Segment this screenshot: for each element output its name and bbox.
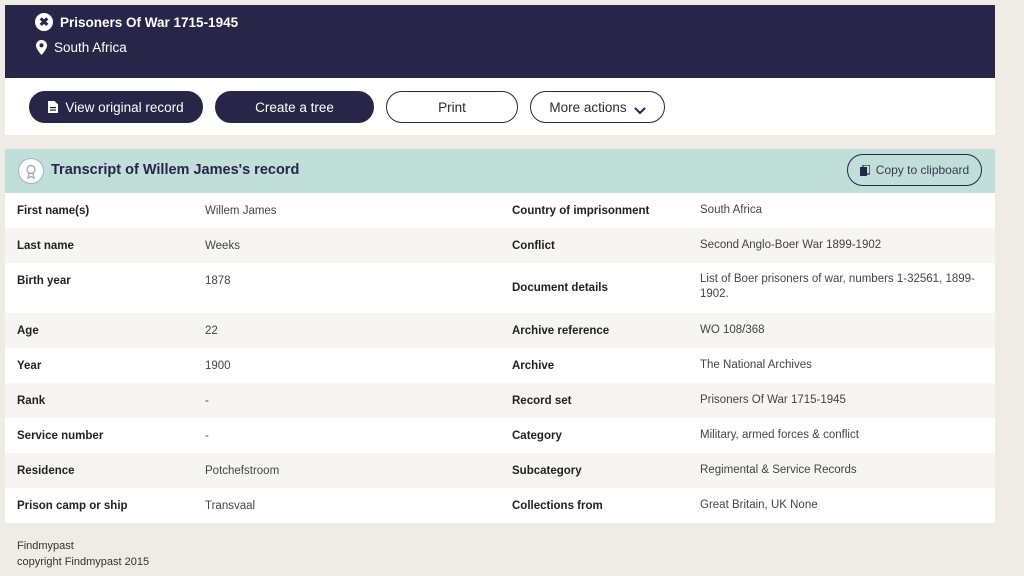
field-label: Conflict — [512, 239, 555, 252]
field-value: 1878 — [205, 275, 231, 287]
document-icon — [48, 101, 59, 113]
field-value: - — [205, 429, 209, 442]
field-value: Second Anglo-Boer War 1899-1902 — [700, 239, 882, 251]
transcript-title: Transcript of Willem James's record — [51, 162, 300, 178]
field-value: List of Boer prisoners of war, numbers 1… — [700, 273, 975, 300]
field-value: - — [205, 394, 209, 407]
transcript-header: Transcript of Willem James's record Copy… — [5, 149, 995, 193]
field-value: WO 108/368 — [700, 324, 765, 336]
table-row: Service number - Category Military, arme… — [5, 418, 995, 453]
create-tree-label: Create a tree — [255, 99, 334, 115]
field-label: Archive — [512, 359, 555, 372]
action-bar: View original record Create a tree Print… — [5, 78, 995, 135]
location-pin-icon — [35, 39, 47, 55]
transcript-table: First name(s) Willem James Country of im… — [5, 193, 995, 523]
print-button[interactable]: Print — [386, 91, 518, 123]
print-label: Print — [438, 99, 466, 115]
field-value: Weeks — [205, 239, 240, 252]
record-header: ✖ Prisoners Of War 1715-1945 South Afric… — [5, 5, 995, 78]
field-label: Rank — [17, 394, 46, 407]
footer-copyright: copyright Findmypast 2015 — [17, 555, 150, 568]
field-value: Willem James — [205, 204, 277, 217]
table-row: Rank - Record set Prisoners Of War 1715-… — [5, 383, 995, 418]
field-label: Residence — [17, 464, 75, 477]
field-value: Prisoners Of War 1715-1945 — [700, 394, 846, 406]
field-value: 1900 — [205, 359, 231, 372]
field-label: First name(s) — [17, 204, 90, 217]
record-set-icon: ✖ — [35, 13, 53, 31]
field-value: Regimental & Service Records — [700, 464, 857, 476]
collection-row: ✖ Prisoners Of War 1715-1945 — [35, 13, 238, 31]
more-actions-label: More actions — [549, 99, 627, 115]
field-label: Year — [17, 359, 42, 372]
field-label: Archive reference — [512, 324, 610, 337]
field-value: Military, armed forces & conflict — [700, 429, 859, 441]
field-label: Document details — [512, 282, 608, 294]
field-value: The National Archives — [700, 359, 812, 371]
field-value: 22 — [205, 324, 218, 337]
field-label: Subcategory — [512, 464, 582, 477]
field-label: Last name — [17, 239, 74, 252]
copy-to-clipboard-button[interactable]: Copy to clipboard — [847, 154, 982, 186]
table-row: Last name Weeks Conflict Second Anglo-Bo… — [5, 228, 995, 263]
page-footer: Findmypast copyright Findmypast 2015 — [17, 539, 149, 570]
table-row: Year 1900 Archive The National Archives — [5, 348, 995, 383]
collection-title: Prisoners Of War 1715-1945 — [60, 14, 239, 30]
field-label: Record set — [512, 394, 572, 407]
copy-icon — [859, 163, 871, 176]
field-label: Collections from — [512, 499, 603, 512]
table-row: Age 22 Archive reference WO 108/368 — [5, 313, 995, 348]
footer-brand: Findmypast — [17, 540, 74, 552]
field-value: Great Britain, UK None — [700, 499, 818, 511]
field-label: Prison camp or ship — [17, 499, 128, 512]
copy-label: Copy to clipboard — [875, 163, 970, 177]
create-tree-button[interactable]: Create a tree — [215, 91, 374, 123]
field-label: Country of imprisonment — [512, 204, 650, 217]
view-original-label: View original record — [65, 99, 184, 115]
chevron-down-icon — [633, 103, 646, 115]
table-row: First name(s) Willem James Country of im… — [5, 193, 995, 228]
location-text: South Africa — [54, 39, 127, 55]
location-row: South Africa — [35, 39, 127, 55]
field-label: Age — [17, 324, 39, 337]
table-row: Prison camp or ship Transvaal Collection… — [5, 488, 995, 523]
more-actions-button[interactable]: More actions — [530, 91, 665, 123]
table-row: Birth year 1878 Document details List of… — [5, 263, 995, 313]
field-label: Service number — [17, 429, 104, 442]
field-value: Potchefstroom — [205, 464, 280, 477]
field-value: South Africa — [700, 204, 763, 216]
table-row: Residence Potchefstroom Subcategory Regi… — [5, 453, 995, 488]
field-label: Birth year — [17, 275, 71, 287]
view-original-record-button[interactable]: View original record — [29, 91, 203, 123]
field-value: Transvaal — [205, 499, 256, 512]
field-label: Category — [512, 429, 562, 442]
record-icon — [18, 158, 44, 184]
